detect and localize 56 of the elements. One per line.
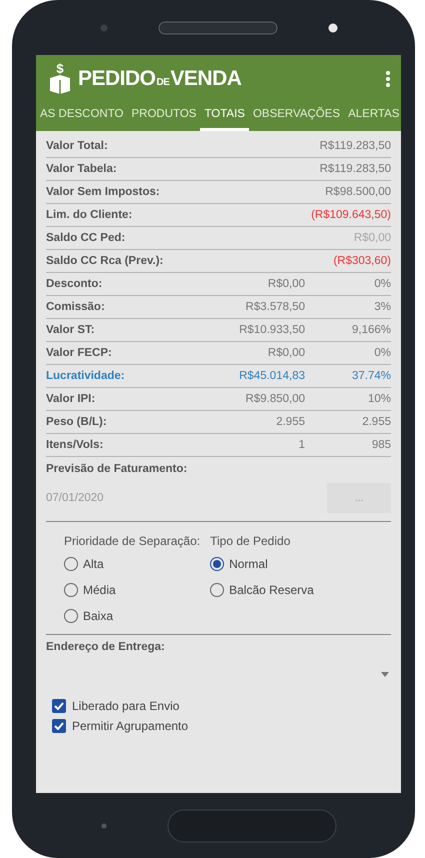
total-value: R$10.933,50 xyxy=(238,324,305,336)
total-label: Valor FECP: xyxy=(46,347,113,359)
app-logo-text: PEDIDODEVENDA xyxy=(78,66,242,90)
total-value: R$119.283,50 xyxy=(318,140,391,152)
total-label: Valor Tabela: xyxy=(46,163,118,175)
total-label: Peso (B/L): xyxy=(46,416,108,428)
total-percentage: 37.74% xyxy=(350,370,391,382)
checkbox-option[interactable]: Liberado para Envio xyxy=(52,699,385,713)
total-label: Saldo CC Ped: xyxy=(46,232,126,244)
total-label: Comissão: xyxy=(46,301,106,313)
checkbox-option[interactable]: Permitir Agrupamento xyxy=(52,719,385,733)
radio-option[interactable]: Balcão Reserva xyxy=(210,580,340,600)
field-label: Endereço de Entrega: xyxy=(46,641,166,653)
camera-icon xyxy=(100,24,108,32)
total-percentage: 2.955 xyxy=(361,416,391,428)
total-label: Itens/Vols: xyxy=(46,439,104,451)
total-percentage: 985 xyxy=(370,439,391,451)
total-percentage: 0% xyxy=(373,278,391,290)
total-percentage: 9,166% xyxy=(350,324,391,336)
total-value: R$0,00 xyxy=(266,347,305,359)
total-label: Valor ST: xyxy=(46,324,96,336)
radio-option[interactable]: Média xyxy=(64,580,200,600)
total-label: Lucratividade: xyxy=(46,370,126,382)
total-value: R$119.283,50 xyxy=(318,163,391,175)
logo-symbol: $ xyxy=(56,63,64,75)
radio-group-title: Prioridade de Separação: xyxy=(64,534,200,548)
radio-option[interactable]: Baixa xyxy=(64,606,200,626)
overflow-menu-icon[interactable] xyxy=(385,70,391,88)
total-percentage: 10% xyxy=(366,393,391,405)
total-label: Valor IPI: xyxy=(46,393,96,405)
home-button[interactable] xyxy=(166,808,336,842)
total-value: R$9.850,00 xyxy=(244,393,305,405)
total-value: 2.955 xyxy=(275,416,305,428)
total-percentage: 3% xyxy=(373,301,391,313)
field-label: Previsão de Faturamento: xyxy=(46,463,188,475)
camera-icon xyxy=(328,22,338,32)
total-label: Valor Total: xyxy=(46,140,109,152)
radio-group-title: Tipo de Pedido xyxy=(210,534,292,548)
total-label: Lim. do Cliente: xyxy=(46,209,134,221)
radio-option[interactable]: Alta xyxy=(64,554,200,574)
box-icon xyxy=(48,75,72,94)
total-label: Saldo CC Rca (Prev.): xyxy=(46,255,164,267)
total-percentage: 0% xyxy=(373,347,391,359)
total-value: (R$303,60) xyxy=(332,255,391,267)
total-value: R$0,00 xyxy=(266,278,305,290)
total-label: Valor Sem Impostos: xyxy=(46,186,161,198)
total-value: R$3.578,50 xyxy=(244,301,305,313)
tab[interactable]: TOTAIS xyxy=(200,104,249,131)
total-value: R$0,00 xyxy=(352,232,391,244)
total-value: R$45.014,83 xyxy=(238,370,305,382)
dropdown-arrow-icon xyxy=(381,672,389,676)
total-value: (R$109.643,50) xyxy=(310,209,391,221)
total-value: 1 xyxy=(298,439,305,451)
total-label: Desconto: xyxy=(46,278,104,290)
total-value: R$98.500,00 xyxy=(324,186,391,198)
radio-option[interactable]: Normal xyxy=(210,554,340,574)
